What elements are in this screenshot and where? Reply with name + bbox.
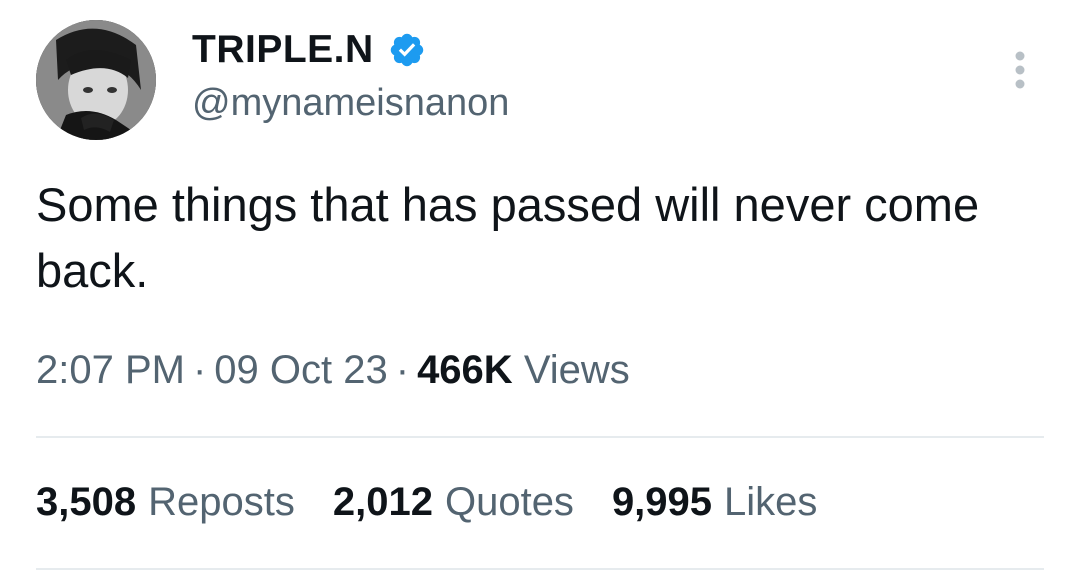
reposts-label: Reposts <box>148 480 295 524</box>
engagement-stats: 3,508 Reposts 2,012 Quotes 9,995 Likes <box>36 480 855 525</box>
meta-separator: · <box>192 348 207 392</box>
quotes-label: Quotes <box>444 480 574 524</box>
likes-count: 9,995 <box>611 480 713 524</box>
likes-stat[interactable]: 9,995 Likes <box>612 480 818 525</box>
quotes-count: 2,012 <box>332 480 433 524</box>
tweet-meta: 2:07 PM · 09 Oct 23 · 466K Views <box>36 348 630 393</box>
divider <box>36 436 1044 438</box>
reposts-stat[interactable]: 3,508 Reposts <box>36 480 295 525</box>
tweet-date[interactable]: 09 Oct 23 <box>214 348 387 392</box>
author-handle[interactable]: @mynameisnanon <box>192 82 509 125</box>
profile-photo-icon <box>36 20 156 140</box>
views-count: 466K <box>417 348 513 392</box>
reposts-count: 3,508 <box>36 480 137 524</box>
avatar[interactable] <box>36 20 156 140</box>
tweet-text: Some things that has passed will never c… <box>36 178 980 297</box>
tweet-card: TRIPLE.N @mynameisnanon Some things that… <box>0 0 1080 576</box>
more-options-icon[interactable] <box>1006 48 1034 92</box>
meta-separator: · <box>395 348 410 392</box>
tweet-time[interactable]: 2:07 PM <box>36 348 185 392</box>
author-name-row: TRIPLE.N <box>192 24 426 76</box>
divider <box>36 568 1044 570</box>
views-label: Views <box>523 348 630 392</box>
display-name[interactable]: TRIPLE.N <box>192 28 374 72</box>
likes-label: Likes <box>724 480 818 524</box>
verified-badge-icon[interactable] <box>388 31 426 69</box>
quotes-stat[interactable]: 2,012 Quotes <box>333 480 574 525</box>
